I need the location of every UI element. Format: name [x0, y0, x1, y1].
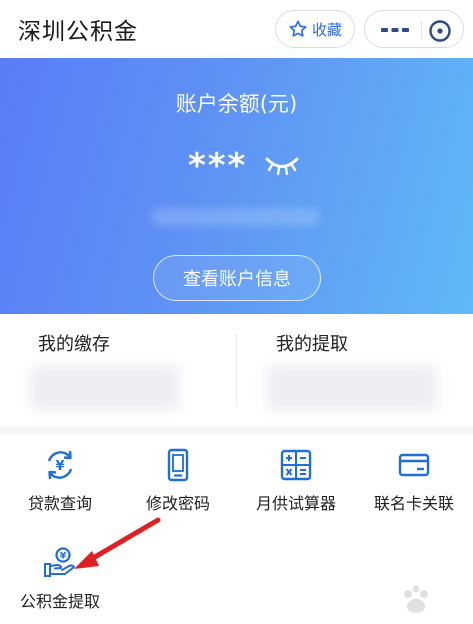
deposit-summary[interactable]: 我的缴存	[0, 314, 236, 426]
service-change-password[interactable]: 修改密码	[119, 448, 237, 514]
app-header: 深圳公积金 收藏	[0, 0, 473, 58]
calculator-icon	[280, 449, 312, 481]
deposit-masked-value	[30, 366, 180, 410]
withdraw-masked-value	[267, 366, 437, 410]
view-account-button[interactable]: 查看账户信息	[153, 255, 321, 301]
withdraw-summary[interactable]: 我的提取	[237, 314, 473, 426]
loan-exchange-icon: ¥	[47, 450, 73, 480]
mini-program-capsule	[364, 10, 464, 48]
service-label: 公积金提取	[19, 592, 100, 611]
service-label: 联名卡关联	[373, 494, 454, 513]
deposit-label: 我的缴存	[38, 334, 110, 355]
summary-row: 我的缴存 我的提取	[0, 314, 473, 426]
svg-text:¥: ¥	[55, 459, 64, 474]
more-dots-icon	[381, 28, 409, 32]
capsule-divider	[421, 21, 422, 39]
masked-account-number	[150, 208, 320, 226]
balance-banner: 账户余额(元) *** 查看账户信息	[0, 58, 473, 314]
service-repayment-calculator[interactable]: 月供试算器	[237, 448, 355, 514]
service-cobrand-card-link[interactable]: 联名卡关联	[355, 448, 473, 514]
svg-text:¥: ¥	[60, 552, 67, 562]
service-label: 月供试算器	[255, 494, 336, 513]
favorite-button[interactable]: 收藏	[275, 10, 355, 48]
service-label: 贷款查询	[27, 494, 92, 513]
balance-value: ***	[188, 146, 248, 186]
eye-closed-icon[interactable]	[264, 154, 300, 176]
star-icon	[289, 20, 307, 37]
watermark-logo	[404, 585, 428, 613]
withdraw-label: 我的提取	[276, 334, 348, 355]
service-fund-withdrawal[interactable]: ¥ 公积金提取	[1, 546, 119, 612]
favorite-label: 收藏	[311, 20, 342, 39]
more-button[interactable]	[375, 19, 415, 41]
section-separator	[0, 426, 473, 434]
service-loan-query[interactable]: ¥ 贷款查询	[1, 448, 119, 514]
close-button[interactable]	[428, 19, 452, 43]
service-label: 修改密码	[145, 494, 210, 513]
app-title: 深圳公积金	[18, 19, 138, 45]
phone-icon	[167, 448, 189, 482]
hand-coin-icon: ¥	[44, 547, 75, 577]
balance-label: 账户余额(元)	[175, 92, 298, 116]
close-circle-icon	[429, 20, 451, 42]
card-icon	[398, 453, 430, 477]
